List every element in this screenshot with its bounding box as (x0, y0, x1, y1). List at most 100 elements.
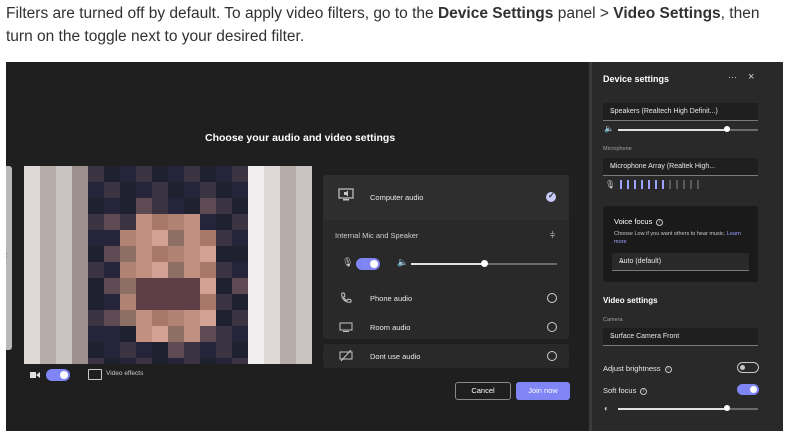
preview-pixel (296, 230, 312, 246)
speaker-dropdown[interactable]: Speakers (Realtech High Definit...) ⌄ (603, 103, 758, 121)
preview-pixel (216, 198, 232, 214)
join-now-button[interactable]: Join now (516, 382, 570, 400)
preview-pixel (136, 262, 152, 278)
more-options-icon[interactable]: ··· (728, 72, 737, 82)
preview-pixel (296, 182, 312, 198)
adjust-brightness-label: Adjust brightness i (603, 364, 672, 373)
preview-pixel (88, 198, 104, 214)
preview-pixel (264, 198, 280, 214)
close-icon[interactable]: × (748, 71, 754, 83)
preview-pixel (72, 198, 88, 214)
info-icon[interactable]: i (664, 365, 672, 373)
device-settings-panel: Device settings ··· × Speakers (Realtech… (592, 62, 783, 431)
preview-pixel (264, 262, 280, 278)
preview-pixel (104, 166, 120, 182)
preview-pixel (56, 262, 72, 278)
preview-pixel (24, 262, 40, 278)
preview-pixel (40, 310, 56, 326)
preview-pixel (264, 278, 280, 294)
info-icon[interactable]: i (656, 218, 664, 226)
preview-pixel (280, 198, 296, 214)
video-effects-icon[interactable] (88, 369, 102, 380)
voice-focus-title-text: Voice focus (614, 217, 653, 226)
mic-level-bar (648, 180, 650, 189)
prejoin-heading: Choose your audio and video settings (205, 132, 396, 144)
voice-focus-dropdown[interactable]: Auto (default) ⌄ (612, 253, 749, 271)
preview-pixel (280, 230, 296, 246)
preview-pixel (88, 166, 104, 182)
no-audio-radio[interactable] (547, 351, 557, 361)
preview-pixel (136, 278, 152, 294)
preview-pixel (120, 310, 136, 326)
mic-level-bar (676, 180, 678, 189)
preview-pixel (232, 342, 248, 358)
room-audio-option[interactable]: Room audio (323, 315, 569, 339)
preview-pixel (40, 262, 56, 278)
preview-pixel (232, 214, 248, 230)
instruction-line1-pre: Filters are turned off by default. To ap… (6, 5, 438, 22)
preview-pixel (216, 278, 232, 294)
preview-pixel (232, 262, 248, 278)
preview-pixel (72, 326, 88, 342)
preview-pixel (120, 214, 136, 230)
mic-speaker-label: Internal Mic and Speaker (335, 231, 419, 240)
preview-pixel (280, 182, 296, 198)
soft-focus-knob[interactable] (724, 405, 730, 411)
preview-pixel (104, 214, 120, 230)
preview-pixel (248, 310, 264, 326)
computer-audio-option[interactable]: Computer audio (323, 175, 569, 220)
preview-pixel (40, 278, 56, 294)
preview-pixel (72, 214, 88, 230)
instruction-text: Filters are turned off by default. To ap… (6, 2, 791, 48)
preview-pixel (184, 326, 200, 342)
preview-pixel (136, 166, 152, 182)
preview-pixel (216, 182, 232, 198)
preview-pixel (56, 166, 72, 182)
preview-pixel (136, 214, 152, 230)
left-collapse-handle[interactable]: ‹ (6, 166, 12, 350)
no-audio-option[interactable]: Dont use audio (323, 344, 569, 368)
mic-toggle[interactable] (356, 258, 380, 270)
chevron-down-icon: ⌄ (610, 163, 616, 170)
speaker-volume-knob[interactable] (481, 260, 488, 267)
chevron-left-icon: ‹ (6, 250, 7, 261)
camera-preview (24, 166, 312, 364)
cancel-button[interactable]: Cancel (455, 382, 511, 400)
preview-pixel (168, 182, 184, 198)
soft-focus-toggle[interactable] (737, 384, 759, 395)
preview-pixel (264, 182, 280, 198)
camera-toggle[interactable] (46, 369, 70, 381)
phone-audio-option[interactable]: Phone audio (323, 286, 569, 310)
preview-pixel (264, 294, 280, 310)
preview-pixel (296, 246, 312, 262)
preview-pixel (56, 214, 72, 230)
preview-pixel (88, 310, 104, 326)
device-settings-title: Device settings (603, 74, 670, 84)
preview-pixel (184, 182, 200, 198)
preview-pixel (216, 246, 232, 262)
preview-pixel (248, 214, 264, 230)
chevron-down-icon: ⌄ (610, 333, 616, 340)
preview-pixel (152, 262, 168, 278)
device-settings-icon[interactable]: ⫩ (550, 230, 555, 241)
preview-pixel (24, 214, 40, 230)
adjust-brightness-toggle[interactable] (737, 362, 759, 373)
preview-pixel (24, 278, 40, 294)
preview-pixel (200, 214, 216, 230)
preview-pixel (56, 278, 72, 294)
preview-pixel (120, 246, 136, 262)
computer-audio-label: Computer audio (370, 193, 424, 202)
preview-pixel (200, 278, 216, 294)
preview-pixel (120, 294, 136, 310)
soft-focus-text: Soft focus (603, 386, 637, 395)
side-speaker-volume-knob[interactable] (724, 126, 730, 132)
preview-pixel (200, 310, 216, 326)
info-icon[interactable]: i (640, 387, 648, 395)
video-effects-label[interactable]: Video effects (106, 370, 143, 377)
preview-pixel (264, 310, 280, 326)
preview-pixel (136, 294, 152, 310)
phone-audio-radio[interactable] (547, 293, 557, 303)
microphone-dropdown[interactable]: Microphone Array (Realtek High... ⌄ (603, 158, 758, 176)
room-audio-radio[interactable] (547, 322, 557, 332)
camera-dropdown[interactable]: Surface Camera Front ⌄ (603, 328, 758, 346)
